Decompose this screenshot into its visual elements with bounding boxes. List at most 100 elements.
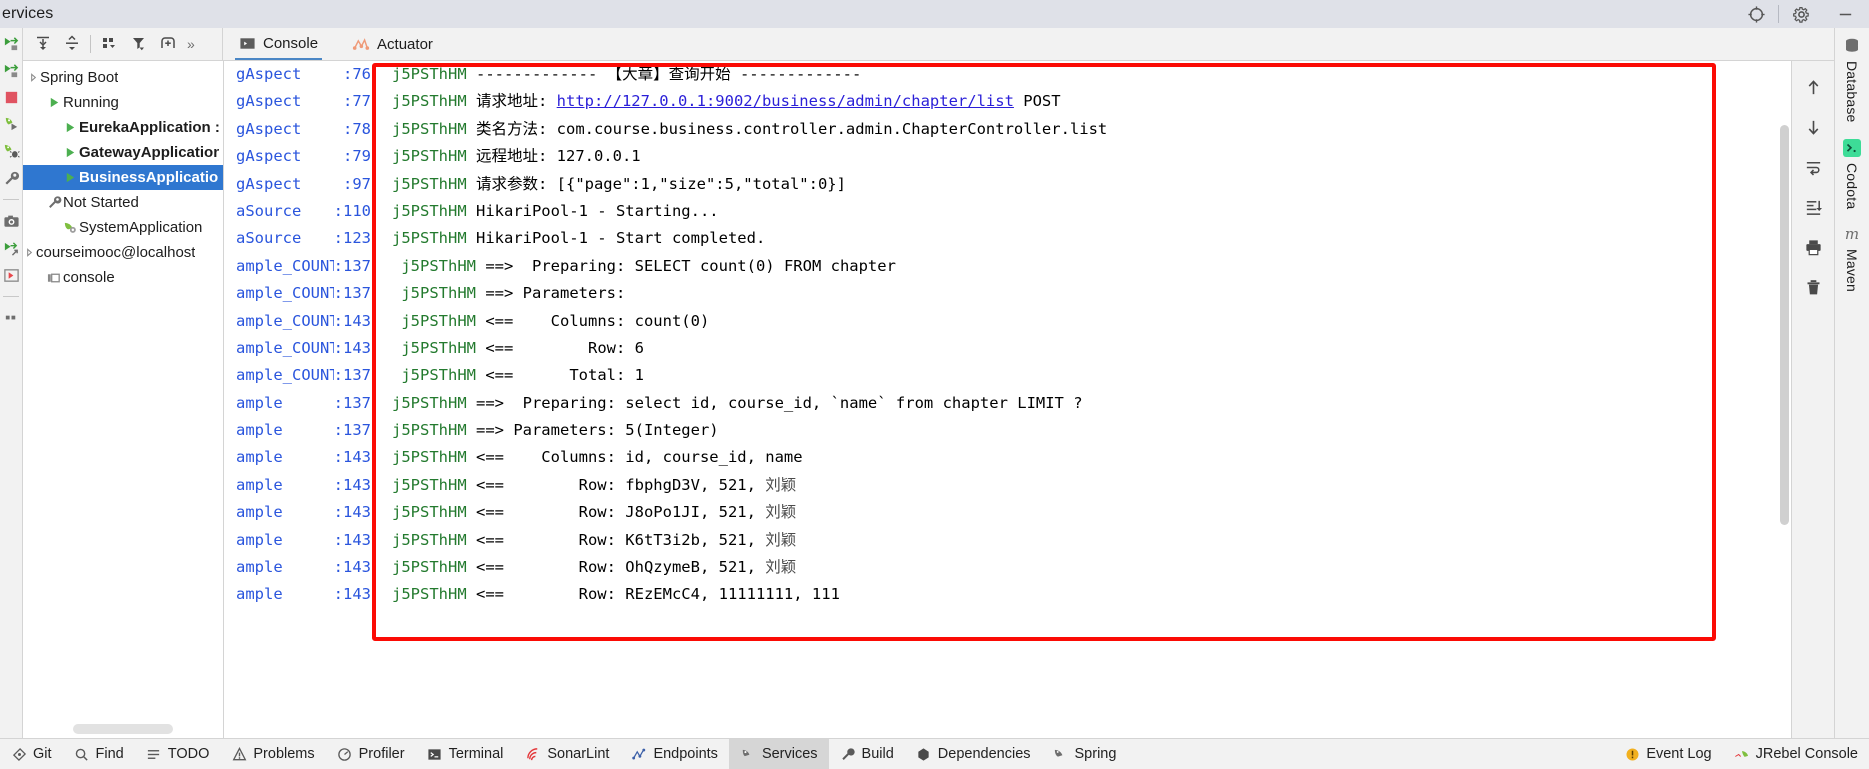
run-arrow-icon[interactable] [2,115,20,133]
tab-actuator[interactable]: Actuator [348,28,437,60]
console-line-gutter[interactable]: gAspect:97 [224,171,379,198]
console-line-gutter[interactable]: ample:143 [224,499,379,526]
console-line-gutter[interactable]: ample_COUNT:137 [224,280,379,307]
console-line-message: j5PSThHM <== Row: OhQzymeB, 521, 刘颖 [379,554,796,581]
tree-node-courseimooc-localhost[interactable]: courseimooc@localhost [23,240,223,265]
console-line-message: j5PSThHM 请求地址: http://127.0.0.1:9002/bus… [379,88,1061,115]
console-line-gutter[interactable]: ample_COUNT:143 [224,308,379,335]
tree-node-business-application[interactable]: BusinessApplication [23,165,223,190]
right-rail-item-codota[interactable]: Codota [1841,132,1863,214]
run-icon[interactable] [2,34,20,52]
log-thread-id: j5PSThHM [392,119,467,138]
console-line-gutter[interactable]: gAspect:76 [224,61,379,88]
tree-node-spring-boot[interactable]: Spring Boot [23,65,223,90]
console-line-gutter[interactable]: ample_COUNT:137 [224,253,379,280]
console-line-gutter[interactable]: ample:137 [224,390,379,417]
toolbar-overflow-button[interactable]: » [183,36,199,52]
log-source-class: gAspect [236,92,302,111]
status-bar-item-todo[interactable]: TODO [135,739,221,769]
more-icon[interactable] [2,309,20,327]
tab-console[interactable]: Console [235,28,323,60]
group-by-icon[interactable] [96,31,123,57]
tree-node-gateway-application[interactable]: GatewayApplication [23,140,223,165]
resume-icon[interactable] [2,266,20,284]
log-source-class: ample [236,558,283,577]
status-bar-item-services[interactable]: Services [728,739,829,769]
stop-icon[interactable] [2,88,20,106]
collapse-all-icon[interactable] [58,31,85,57]
status-bar-item-profiler[interactable]: Profiler [326,739,416,769]
log-text-segment: ==> Parameters: 5(Integer) [466,421,719,440]
console-line-gutter[interactable]: ample:137 [224,417,379,444]
camera-icon[interactable] [2,212,20,230]
status-bar-item-endpoints[interactable]: Endpoints [620,739,729,769]
log-line-number: :79 [343,147,371,166]
console-line-gutter[interactable]: ample_COUNT:143 [224,335,379,362]
console-output[interactable]: gAspect:76 j5PSThHM ------------- 【大章】查询开… [224,61,1791,738]
log-source-class: ample_COUNT [236,311,334,330]
console-line-gutter[interactable]: ample:143 [224,472,379,499]
locate-icon[interactable] [1734,0,1778,28]
log-source-class: ample [236,585,283,604]
tree-node-label: courseimooc@localhost [36,244,196,261]
right-rail-label: Database [1844,61,1860,123]
status-bar-item-event-log[interactable]: Event Log [1613,739,1722,769]
status-bar-item-sonarlint[interactable]: SonarLint [514,739,620,769]
wrench-icon[interactable] [2,169,20,187]
jrebel-icon [1734,746,1750,762]
console-line-message: j5PSThHM ==> Preparing: select id, cours… [379,390,1083,417]
print-icon[interactable] [1800,235,1826,259]
console-line-gutter[interactable]: ample:143 [224,581,379,608]
status-bar-item-git[interactable]: Git [0,739,63,769]
console-line-gutter[interactable]: gAspect:78 [224,116,379,143]
status-bar-item-build[interactable]: Build [829,739,905,769]
console-line-gutter[interactable]: gAspect:79 [224,143,379,170]
filter-icon[interactable] [125,31,152,57]
expand-all-icon[interactable] [29,31,56,57]
tree-horizontal-scrollbar[interactable] [73,724,173,734]
console-log-line: ample_COUNT:137 j5PSThHM ==> Parameters: [224,280,1791,307]
console-line-gutter[interactable]: ample:143 [224,554,379,581]
console-line-message: j5PSThHM HikariPool-1 - Start completed. [379,225,765,252]
rerun-icon[interactable] [2,61,20,79]
status-bar-item-jrebel-console[interactable]: JRebel Console [1723,739,1869,769]
status-bar-item-problems[interactable]: Problems [220,739,325,769]
log-thread-id: j5PSThHM [392,585,467,604]
console-line-gutter[interactable]: aSource:110 [224,198,379,225]
console-line-gutter[interactable]: gAspect:77 [224,88,379,115]
tree-node-running[interactable]: Running [23,90,223,115]
tree-node-eureka-application[interactable]: EurekaApplication : [23,115,223,140]
log-url-link[interactable]: http://127.0.0.1:9002/business/admin/cha… [557,92,1014,110]
spring-leaf-icon [61,220,79,235]
chevron-right-icon[interactable] [27,73,40,82]
tree-node-console[interactable]: console [23,265,223,290]
tree-node-not-started[interactable]: Not Started [23,190,223,215]
add-service-icon[interactable] [154,31,181,57]
console-line-gutter[interactable]: ample:143 [224,444,379,471]
log-source-class: ample_COUNT [236,284,334,303]
services-tree: Spring Boot Running EurekaApplication: … [23,61,224,738]
debug-icon[interactable] [2,142,20,160]
minimize-icon[interactable] [1823,0,1867,28]
delete-icon[interactable] [1800,275,1826,299]
console-line-message: j5PSThHM <== Total: 1 [379,362,644,389]
right-rail-item-maven[interactable]: m Maven [1841,218,1863,297]
status-bar-item-terminal[interactable]: Terminal [416,739,515,769]
chevron-right-icon[interactable] [23,248,36,257]
scroll-up-icon[interactable] [1800,75,1826,99]
console-line-gutter[interactable]: ample_COUNT:137 [224,362,379,389]
console-line-gutter[interactable]: aSource:123 [224,225,379,252]
status-bar-item-find[interactable]: Find [63,739,135,769]
status-bar-item-spring[interactable]: Spring [1042,739,1128,769]
right-rail-item-database[interactable]: Database [1841,30,1863,128]
scroll-down-icon[interactable] [1800,115,1826,139]
console-vertical-scrollbar[interactable] [1780,125,1789,525]
console-line-gutter[interactable]: ample:143 [224,527,379,554]
gear-icon[interactable] [1779,0,1823,28]
rerun-failed-icon[interactable] [2,239,20,257]
soft-wrap-icon[interactable] [1800,155,1826,179]
status-bar-item-dependencies[interactable]: Dependencies [905,739,1042,769]
tree-node-system-application[interactable]: SystemApplication [23,215,223,240]
scroll-to-end-icon[interactable] [1800,195,1826,219]
tree-node-label: GatewayApplication [79,144,219,161]
